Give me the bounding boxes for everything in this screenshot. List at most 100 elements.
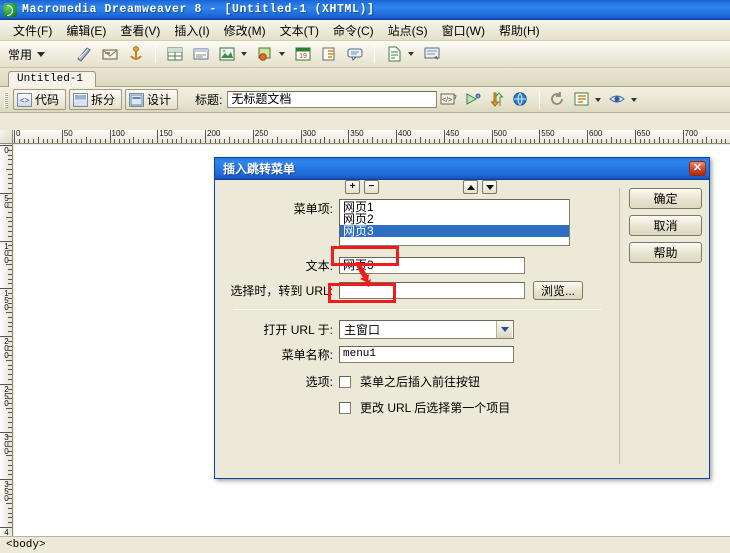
cancel-button[interactable]: 取消: [629, 215, 702, 236]
open-url-in-value: 主窗口: [344, 323, 381, 337]
menu-window[interactable]: 窗口(W): [435, 21, 492, 40]
menu-name-input[interactable]: menu1: [339, 346, 514, 363]
table-icon[interactable]: [165, 44, 185, 64]
chevron-down-icon[interactable]: [496, 321, 512, 338]
move-up-button[interactable]: [463, 180, 478, 194]
menu-file[interactable]: 文件(F): [6, 21, 59, 40]
preview-in-browser-icon[interactable]: [463, 90, 483, 109]
named-anchor-icon[interactable]: [126, 44, 146, 64]
dreamweaver-window: Macromedia Dreamweaver 8 - [Untitled-1 (…: [0, 0, 730, 553]
media-icon[interactable]: [255, 44, 275, 64]
split-view-icon: [73, 92, 89, 107]
help-button[interactable]: 帮助: [629, 242, 702, 263]
insert-go-button-label: 菜单之后插入前往按钮: [360, 375, 481, 389]
list-add-remove-group: + −: [345, 180, 379, 194]
add-menu-item-button[interactable]: +: [345, 180, 360, 194]
options-label: 选项:: [305, 375, 333, 389]
tag-chooser-icon[interactable]: [422, 44, 442, 64]
menu-modify[interactable]: 修改(M): [217, 21, 273, 40]
list-item[interactable]: 网页2: [340, 213, 569, 225]
insert-category-selector[interactable]: 常用: [8, 46, 46, 63]
svg-text:19: 19: [299, 53, 307, 60]
chevron-down-icon[interactable]: [631, 97, 638, 102]
chevron-down-icon[interactable]: [595, 97, 602, 102]
ruler-corner: [0, 130, 13, 144]
menu-edit[interactable]: 编辑(E): [59, 21, 113, 40]
menu-insert[interactable]: 插入(I): [167, 21, 216, 40]
url-row: 选择时，转到 URL: 浏览...: [215, 281, 619, 300]
remove-menu-item-button[interactable]: −: [364, 180, 379, 194]
document-title-input[interactable]: 无标题文档: [227, 91, 438, 108]
menu-view[interactable]: 查看(V): [113, 21, 167, 40]
list-item[interactable]: 网页1: [340, 201, 569, 213]
chevron-down-icon[interactable]: [279, 52, 286, 56]
document-tabstrip: Untitled-1: [0, 68, 730, 87]
insert-go-button-checkbox[interactable]: [339, 375, 351, 388]
open-url-in-row: 打开 URL 于: 主窗口: [215, 320, 619, 339]
menu-items-label: 菜单项:: [293, 202, 333, 216]
list-controls-row: + −: [215, 180, 619, 194]
menu-items-row: 菜单项: 网页1 网页2 网页3: [215, 199, 619, 246]
menu-name-row: 菜单名称: menu1: [215, 346, 619, 363]
refresh-icon[interactable]: [548, 90, 568, 109]
menu-name-label: 菜单名称:: [281, 348, 333, 362]
menu-site[interactable]: 站点(S): [381, 21, 435, 40]
text-row: 文本: 网页3: [215, 257, 619, 274]
arrow-up-icon: [466, 184, 475, 190]
chevron-down-icon[interactable]: [408, 52, 415, 56]
design-view-label: 设计: [147, 93, 172, 107]
toolbar-separator: [374, 45, 376, 63]
open-url-in-select[interactable]: 主窗口: [339, 320, 514, 339]
svg-text:</>: </>: [442, 97, 452, 104]
dialog-title: 插入跳转菜单: [223, 162, 296, 176]
dialog-titlebar: 插入跳转菜单 ✕: [215, 158, 709, 180]
document-tab-untitled-1[interactable]: Untitled-1: [8, 71, 97, 87]
hyperlink-icon[interactable]: [74, 44, 94, 64]
menu-text[interactable]: 文本(T): [273, 21, 326, 40]
visual-aids-icon[interactable]: [608, 90, 628, 109]
tag-selector[interactable]: <body>: [6, 539, 46, 551]
server-side-include-icon[interactable]: [319, 44, 339, 64]
options-row-2: 更改 URL 后选择第一个项目: [215, 399, 619, 416]
list-reorder-group: [463, 180, 497, 194]
chevron-down-icon: [37, 51, 46, 57]
dialog-button-column: 确定 取消 帮助: [619, 188, 709, 464]
view-options-icon[interactable]: [572, 90, 592, 109]
insert-div-icon[interactable]: [191, 44, 211, 64]
date-icon[interactable]: 19: [293, 44, 313, 64]
chevron-down-icon[interactable]: [241, 52, 248, 56]
window-titlebar: Macromedia Dreamweaver 8 - [Untitled-1 (…: [0, 0, 730, 20]
move-down-button[interactable]: [482, 180, 497, 194]
ok-button[interactable]: 确定: [629, 188, 702, 209]
select-first-item-label: 更改 URL 后选择第一个项目: [360, 401, 511, 415]
design-view-icon: [129, 92, 145, 107]
url-label: 选择时，转到 URL:: [230, 284, 333, 298]
svg-text:<>: <>: [20, 96, 30, 105]
insert-category-label: 常用: [8, 47, 33, 62]
design-view-button[interactable]: 设计: [125, 89, 179, 110]
menu-help[interactable]: 帮助(H): [492, 21, 547, 40]
close-icon[interactable]: ✕: [689, 161, 706, 176]
list-item[interactable]: 网页3: [340, 225, 569, 237]
comment-icon[interactable]: [345, 44, 365, 64]
dialog-body: + − 菜单项: 网页1 网页2 网页3 文本: 网页3 选择时，转到 URL:…: [215, 180, 709, 479]
toolbar-separator: [539, 90, 541, 109]
template-icon[interactable]: [384, 44, 404, 64]
open-url-in-label: 打开 URL 于:: [263, 323, 333, 337]
file-management-icon[interactable]: </>: [439, 90, 459, 109]
email-link-icon[interactable]: [100, 44, 120, 64]
menu-items-listbox[interactable]: 网页1 网页2 网页3: [339, 199, 570, 246]
split-view-label: 拆分: [91, 93, 116, 107]
browse-button[interactable]: 浏览...: [533, 281, 584, 300]
select-first-item-checkbox[interactable]: [339, 401, 351, 414]
globe-icon[interactable]: [511, 90, 531, 109]
toolbar-grip[interactable]: [4, 91, 8, 108]
vertical-ruler: 050100150200250300350400: [0, 144, 13, 536]
refresh-design-view-icon[interactable]: [487, 90, 507, 109]
code-view-label: 代码: [35, 93, 60, 107]
window-title: Macromedia Dreamweaver 8 - [Untitled-1 (…: [22, 3, 375, 16]
menu-commands[interactable]: 命令(C): [326, 21, 381, 40]
split-view-button[interactable]: 拆分: [69, 89, 123, 110]
image-icon[interactable]: [217, 44, 237, 64]
code-view-button[interactable]: <> 代码: [13, 89, 67, 110]
